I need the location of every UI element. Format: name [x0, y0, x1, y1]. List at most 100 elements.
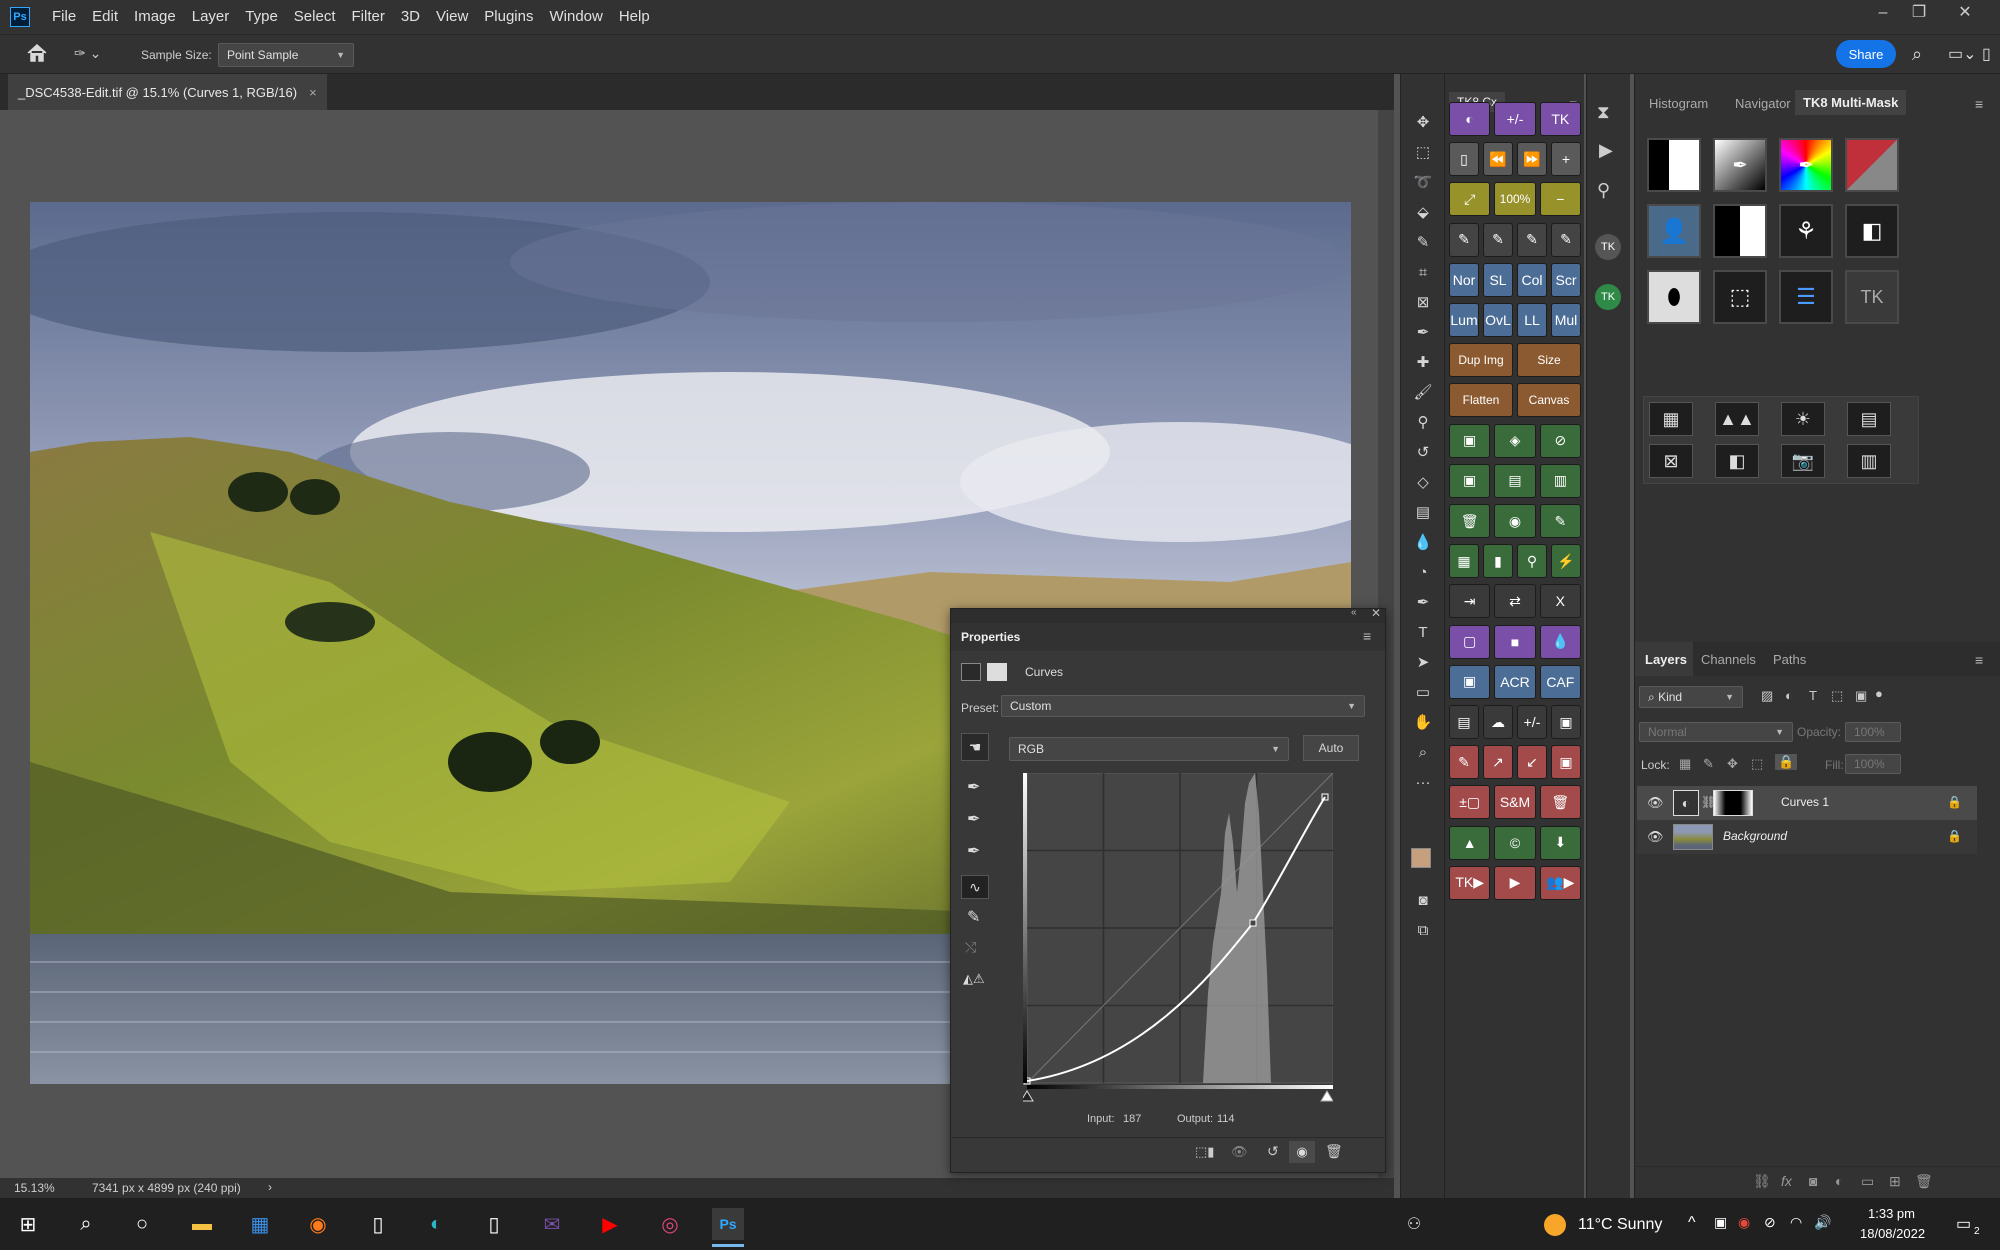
- tk8-button[interactable]: ✎: [1539, 504, 1581, 538]
- menu-3d[interactable]: 3D: [393, 0, 428, 34]
- mask-linked-icon[interactable]: ⬮: [1647, 270, 1701, 324]
- tk8-button[interactable]: ▣: [1449, 463, 1491, 498]
- black-point-eyedropper-icon[interactable]: ✒: [967, 777, 980, 797]
- tk8-button[interactable]: ©: [1494, 825, 1536, 860]
- layer-mask-icon[interactable]: [987, 663, 1007, 681]
- tk8-button[interactable]: ◐: [1449, 102, 1491, 136]
- tk8-button[interactable]: ▮: [1483, 544, 1513, 579]
- layer-row-curves[interactable]: 👁 ◐ ⛓ Curves 1 🔒: [1637, 786, 1977, 820]
- curve-edit-icon[interactable]: ∿: [961, 875, 989, 899]
- filter-smart-icon[interactable]: ▣: [1855, 688, 1867, 704]
- layers-combine-icon[interactable]: ◧: [1845, 204, 1899, 258]
- tk8-button[interactable]: ⬇: [1539, 825, 1581, 860]
- rectangle-tool-icon[interactable]: ▭: [1411, 680, 1435, 704]
- sample-size-select[interactable]: Point Sample ▼: [218, 43, 354, 67]
- levels-shortcut-icon[interactable]: ▲▲: [1715, 402, 1759, 436]
- firefox-icon[interactable]: ◉: [302, 1208, 334, 1240]
- visibility-eye-icon[interactable]: 👁: [1647, 829, 1664, 845]
- pencil-draw-icon[interactable]: ✎: [967, 907, 980, 927]
- tk8-button[interactable]: ▶: [1494, 865, 1536, 900]
- layer-mask-thumbnail[interactable]: [1713, 790, 1753, 816]
- stamp-tool-icon[interactable]: ⚲: [1411, 410, 1435, 434]
- lock-pixels-icon[interactable]: ✎: [1703, 756, 1714, 772]
- document-icon[interactable]: ▯: [362, 1208, 394, 1240]
- weather-text[interactable]: 11°C Sunny: [1578, 1216, 1662, 1234]
- type-tool-icon[interactable]: T: [1411, 620, 1435, 644]
- tk8-button[interactable]: 💧: [1539, 624, 1581, 659]
- menu-image[interactable]: Image: [126, 0, 184, 34]
- history-brush-tool-icon[interactable]: ↺: [1411, 440, 1435, 464]
- tk-logo-icon[interactable]: TK: [1595, 234, 1621, 260]
- tk8-button[interactable]: +: [1551, 142, 1581, 177]
- tk8-button[interactable]: ▦: [1449, 544, 1479, 579]
- restore-icon[interactable]: ❐: [1904, 0, 1934, 28]
- clock-time[interactable]: 1:33 pm: [1868, 1206, 1915, 1221]
- tk8-button[interactable]: 🗑: [1539, 785, 1581, 820]
- crop-tool-icon[interactable]: ⌗: [1411, 260, 1435, 284]
- panel-collapse-icon[interactable]: ▯: [1982, 44, 1991, 64]
- panel-drag-strip[interactable]: « ✕: [951, 606, 1385, 623]
- tk8-button[interactable]: OvL: [1483, 303, 1513, 337]
- tk8-button[interactable]: ⊘: [1539, 423, 1581, 458]
- healing-tool-icon[interactable]: ✚: [1411, 350, 1435, 374]
- tk8-button[interactable]: ✎: [1449, 745, 1479, 780]
- tab-channels[interactable]: Channels: [1701, 652, 1756, 667]
- menu-window[interactable]: Window: [541, 0, 610, 34]
- gray-point-eyedropper-icon[interactable]: ✒: [967, 809, 980, 829]
- visibility-eye-icon[interactable]: 👁: [1647, 795, 1664, 811]
- filter-type-icon[interactable]: T: [1809, 688, 1817, 703]
- tk8-button[interactable]: X: [1539, 584, 1581, 619]
- marquee-tool-icon[interactable]: ⬚: [1411, 140, 1435, 164]
- link-layers-icon[interactable]: ⛓: [1753, 1173, 1771, 1190]
- tk8-button[interactable]: ✎: [1517, 222, 1547, 257]
- tk8-button[interactable]: ▢: [1449, 624, 1491, 659]
- layer-row-background[interactable]: 👁 Background 🔒: [1637, 820, 1977, 854]
- tk8-button[interactable]: ↙: [1517, 745, 1547, 780]
- tk-green-logo-icon[interactable]: TK: [1595, 284, 1621, 310]
- tk8-button[interactable]: TK▶: [1449, 865, 1491, 900]
- workspace-icon[interactable]: ▭⌄: [1948, 44, 1977, 64]
- subject-mask-icon[interactable]: 👤: [1647, 204, 1701, 258]
- quick-select-tool-icon[interactable]: ✎: [1411, 230, 1435, 254]
- tk8-button[interactable]: SL: [1483, 262, 1513, 297]
- menu-file[interactable]: File: [44, 0, 84, 34]
- new-adjustment-icon[interactable]: ◐: [1835, 1173, 1843, 1189]
- tray-icon[interactable]: ▣: [1714, 1214, 1727, 1231]
- close-panel-icon[interactable]: ✕: [1371, 606, 1381, 620]
- tk-logo-icon[interactable]: TK: [1845, 270, 1899, 324]
- more-tools-icon[interactable]: ···: [1411, 770, 1435, 794]
- curves-graph[interactable]: [1020, 772, 1334, 1113]
- windows-start-icon[interactable]: ⊞: [12, 1208, 44, 1240]
- tk8-button[interactable]: ◈: [1494, 423, 1536, 458]
- tk8-button[interactable]: ■: [1494, 624, 1536, 659]
- gradient-shortcut-icon[interactable]: ▥: [1847, 444, 1891, 478]
- status-menu-arrow[interactable]: ›: [268, 1180, 272, 1194]
- tk8-button[interactable]: ▣: [1551, 705, 1581, 739]
- tk8-button[interactable]: TK: [1539, 102, 1581, 136]
- brush-tool-icon[interactable]: 🖌: [1411, 380, 1435, 404]
- search-icon[interactable]: ⌕: [70, 1208, 102, 1240]
- tk8-button[interactable]: ▣: [1449, 423, 1491, 458]
- minimize-icon[interactable]: –: [1868, 0, 1898, 28]
- zoom-level[interactable]: 15.13%: [14, 1181, 55, 1195]
- curves-shortcut-icon[interactable]: ▦: [1649, 402, 1693, 436]
- tk8-button[interactable]: +/-: [1517, 705, 1547, 739]
- filter-shape-icon[interactable]: ⬚: [1831, 688, 1843, 704]
- bw-shortcut-icon[interactable]: ◧: [1715, 444, 1759, 478]
- path-select-tool-icon[interactable]: ➤: [1411, 650, 1435, 674]
- tk8-button[interactable]: +/-: [1494, 102, 1536, 136]
- tk8-button[interactable]: Dup Img: [1449, 343, 1513, 378]
- hand-tool-icon[interactable]: ✋: [1411, 710, 1435, 734]
- quick-mask-icon[interactable]: ◙: [1411, 888, 1435, 912]
- tk8-button[interactable]: Mul: [1551, 303, 1581, 337]
- clock-date[interactable]: 18/08/2022: [1860, 1226, 1925, 1241]
- clip-to-layer-icon[interactable]: ⬚▮: [1195, 1144, 1214, 1160]
- tk8-button[interactable]: ⏩: [1517, 142, 1547, 177]
- collapse-icon[interactable]: «: [1351, 607, 1357, 618]
- tk8-button[interactable]: 🗑: [1449, 504, 1491, 538]
- pen-tool-icon[interactable]: ✒: [1411, 590, 1435, 614]
- preset-select[interactable]: Custom ▼: [1001, 695, 1365, 717]
- invert-mask-icon[interactable]: [1713, 204, 1767, 258]
- reset-icon[interactable]: ↺: [1267, 1143, 1279, 1160]
- delete-layer-icon[interactable]: 🗑: [1915, 1173, 1933, 1190]
